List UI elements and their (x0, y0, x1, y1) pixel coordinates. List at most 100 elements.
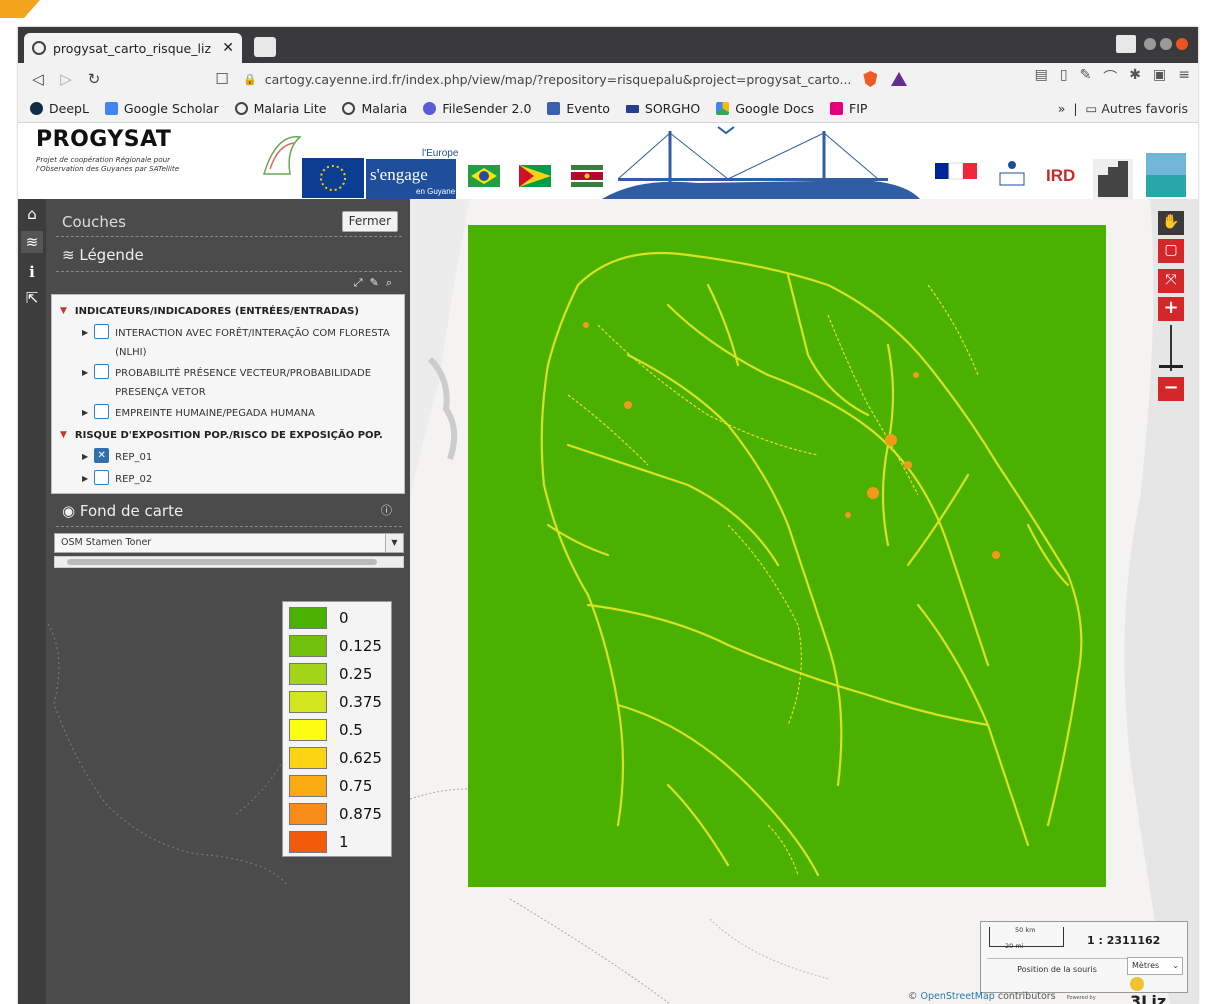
legend-swatch (289, 803, 327, 825)
bookmark-filesender[interactable]: FileSender 2.0 (423, 101, 531, 116)
suriname-flag (571, 165, 603, 187)
tab-search-icon[interactable] (1116, 35, 1136, 53)
lizmap-logo-text: 3Liz (1130, 992, 1167, 1004)
expand-arrow-icon[interactable]: ▶ (82, 408, 88, 417)
layer-checkbox[interactable] (94, 364, 110, 379)
europe-caption: l'Europe (422, 148, 459, 159)
more-bookmarks-chevron[interactable]: » (1058, 101, 1066, 116)
bookmark-google-docs[interactable]: Google Docs (716, 101, 814, 116)
basemap-header[interactable]: ◉ Fond de carte ⓘ (56, 495, 402, 527)
layer-group[interactable]: ▼ INDICATEURS/INDICADORES (ENTRÉES/ENTRA… (60, 300, 396, 322)
layer-group[interactable]: ▼ RISQUE D'EXPOSITION POP./RISCO DE EXPO… (60, 424, 396, 446)
menu-icon[interactable]: ≡ (1178, 67, 1190, 87)
map-canvas[interactable]: ✋ ▢ ⤧ + − 50 km 20 mi 1 : 2311162 Positi… (410, 199, 1198, 1004)
wallet-icon[interactable]: ⌒ (1103, 67, 1117, 87)
zoom-extent-icon[interactable]: ⤧ (1158, 269, 1184, 293)
expand-arrow-icon[interactable]: ▶ (82, 474, 88, 483)
zoom-slider-handle[interactable] (1159, 365, 1183, 368)
zoom-box-icon[interactable]: ▢ (1158, 239, 1184, 263)
brave-shield-icon[interactable] (863, 71, 878, 87)
share-icon[interactable]: ⇱ (21, 287, 43, 309)
corner-decoration (0, 0, 40, 18)
horizontal-scrollbar[interactable] (54, 556, 404, 568)
address-bar[interactable]: 🔒 cartogy.cayenne.ird.fr/index.php/view/… (243, 67, 908, 91)
browser-tab[interactable]: progysat_carto_risque_liz ✕ (24, 33, 242, 63)
espace-dev-logo (1093, 159, 1133, 199)
powered-by-label: Powered by (1066, 995, 1096, 1001)
page-icon[interactable]: ▯ (1060, 67, 1068, 87)
scale-ratio: 1 : 2311162 (1087, 934, 1161, 947)
forward-icon[interactable]: ▷ (52, 70, 80, 88)
layer-checkbox-checked[interactable]: ✕ (94, 448, 110, 463)
sidebar-icon[interactable]: ▣ (1153, 67, 1166, 87)
pan-hand-icon[interactable]: ✋ (1158, 211, 1184, 235)
collapse-caret-icon[interactable]: ▼ (60, 306, 67, 316)
chevron-down-icon[interactable]: ▼ (385, 534, 403, 552)
expand-icon[interactable]: ⤢ (354, 276, 363, 289)
bookmark-label: Malaria Lite (253, 101, 327, 116)
expand-arrow-icon[interactable]: ▶ (82, 328, 88, 337)
navigation-bar: ◁ ▷ ↻ ☐ 🔒 cartogy.cayenne.ird.fr/index.p… (18, 63, 1198, 95)
close-panel-button[interactable]: Fermer (341, 211, 398, 232)
close-tab-icon[interactable]: ✕ (222, 40, 234, 56)
attribution-suffix: contributors (997, 991, 1056, 1002)
scroll-thumb[interactable] (67, 559, 377, 565)
close-window-button[interactable] (1176, 38, 1188, 50)
site-banner: PROGYSAT Projet de coopération Régionale… (18, 123, 1198, 199)
collapse-caret-icon[interactable]: ▼ (60, 430, 67, 440)
bookmark-evento[interactable]: Evento (547, 101, 610, 116)
layer-label: REP_02 (115, 474, 153, 485)
bookmark-sorgho[interactable]: SORGHO (625, 101, 700, 116)
bookmark-malaria[interactable]: Malaria (342, 101, 407, 116)
bookmark-label: FileSender 2.0 (442, 101, 532, 116)
lizmap-logo: 3Liz (1130, 973, 1182, 1004)
bookmark-label: Google Scholar (123, 101, 219, 116)
edit-icon[interactable]: ✎ (370, 276, 379, 289)
legend-header[interactable]: ≋ Légende (56, 239, 402, 272)
legend-entry: 0.375 (289, 690, 389, 714)
expand-arrow-icon[interactable]: ▶ (82, 452, 88, 461)
bookmark-deepl[interactable]: DeepL (30, 101, 89, 116)
bookmark-label: DeepL (49, 101, 89, 116)
zoom-in-button[interactable]: + (1158, 297, 1184, 321)
reader-icon[interactable]: ▤ (1035, 67, 1048, 87)
bookmark-google-scholar[interactable]: Google Scholar (104, 101, 219, 116)
layers-icon[interactable]: ≋ (21, 231, 43, 253)
partner-logos: l'Europe s'engage en Guyane IRD (262, 126, 1186, 199)
zoom-layer-icon[interactable]: ⌕ (386, 276, 392, 289)
guyana-flag (519, 165, 551, 187)
extensions-icon[interactable]: ✱ (1129, 67, 1141, 87)
layer-item: ▶ PROBABILITÉ PRÉSENCE VECTEUR/PROBABILI… (60, 364, 396, 402)
other-bookmarks[interactable]: » | ▭ Autres favoris (1058, 101, 1188, 116)
pen-icon[interactable]: ✎ (1080, 67, 1092, 87)
rewards-icon[interactable] (891, 72, 908, 86)
scholar-icon (104, 102, 118, 115)
openstreetmap-link[interactable]: OpenStreetMap (921, 991, 995, 1002)
panel-title: Couches (62, 213, 126, 231)
minimize-button[interactable] (1144, 38, 1156, 50)
layer-checkbox[interactable] (94, 404, 110, 419)
bookmark-fip[interactable]: FIP (830, 101, 867, 116)
back-icon[interactable]: ◁ (24, 70, 52, 88)
mouse-position-label: Position de la souris (987, 958, 1127, 978)
layer-label: INTERACTION AVEC FORÊT/INTERAÇÃO COM FLO… (115, 328, 390, 358)
reload-icon[interactable]: ↻ (80, 70, 108, 88)
zoom-out-button[interactable]: − (1158, 377, 1184, 401)
basemap-select[interactable]: OSM Stamen Toner ▼ (54, 533, 404, 553)
bookmark-page-icon[interactable]: ☐ (208, 70, 236, 88)
expand-arrow-icon[interactable]: ▶ (82, 368, 88, 377)
home-icon[interactable]: ⌂ (21, 203, 43, 225)
layer-checkbox[interactable] (94, 324, 110, 339)
info-icon[interactable]: i (21, 261, 43, 283)
new-tab-button[interactable] (254, 37, 276, 57)
maximize-button[interactable] (1160, 38, 1172, 50)
layer-checkbox[interactable] (94, 470, 110, 485)
window-controls (1116, 35, 1188, 53)
legend-entry: 0.25 (289, 662, 389, 686)
bookmark-malaria-lite[interactable]: Malaria Lite (234, 101, 327, 116)
map-application: ⌂ ≋ i ⇱ Couches Fermer ≋ Légende ⤢ ✎ ⌕ ▼… (18, 199, 1198, 1004)
legend-value: 0.5 (339, 721, 363, 739)
info-circle-icon[interactable]: ⓘ (381, 495, 392, 527)
lock-icon: 🔒 (243, 72, 257, 86)
bookmark-label: FIP (849, 101, 868, 116)
